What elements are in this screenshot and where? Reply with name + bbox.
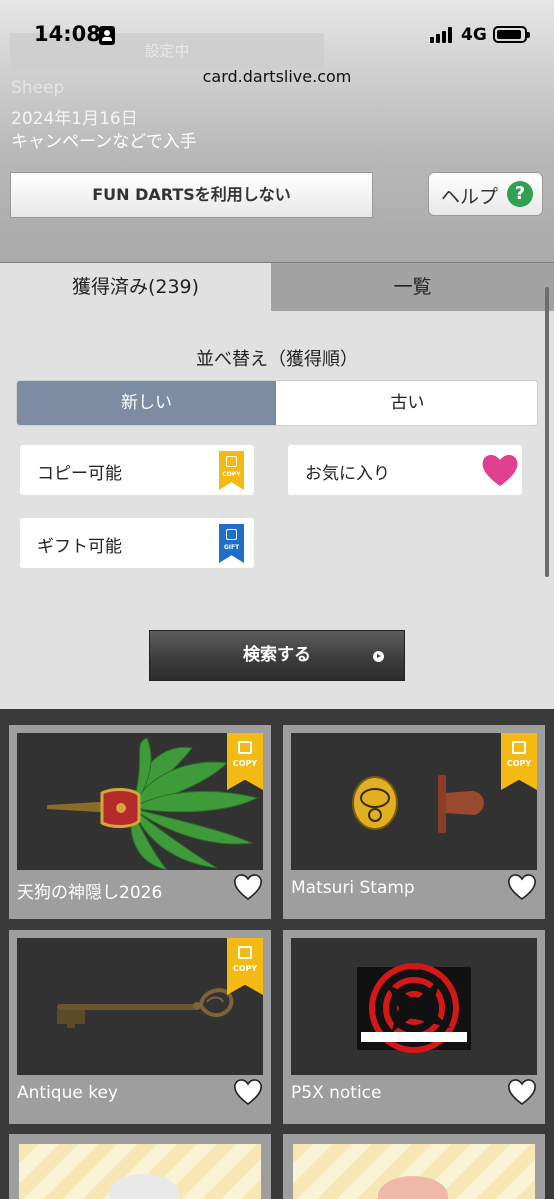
- sort-newest-button[interactable]: 新しい: [17, 381, 276, 425]
- cellular-signal-icon: [430, 27, 456, 43]
- card-name: Antique key: [17, 1083, 118, 1103]
- fun-darts-disable-button[interactable]: FUN DARTSを利用しない: [10, 172, 373, 218]
- help-label: ヘルプ: [441, 186, 499, 208]
- filter-favorite[interactable]: お気に入り: [288, 445, 522, 495]
- filter-copyable-label: コピー可能: [37, 464, 122, 484]
- card-item[interactable]: [283, 1134, 545, 1199]
- copy-badge-icon: COPY: [501, 733, 537, 790]
- card-name: Matsuri Stamp: [291, 878, 415, 898]
- favorite-heart-icon[interactable]: [507, 1078, 537, 1106]
- browser-url[interactable]: card.dartslive.com: [0, 67, 554, 86]
- gift-badge-icon: GIFT: [219, 524, 244, 563]
- card-image: [293, 1144, 535, 1199]
- question-icon: ?: [507, 181, 533, 207]
- search-button[interactable]: 検索する: [149, 630, 405, 681]
- header-area: 設定中 Sheep 2024年1月16日 キャンペーンなどで入手 14:08 4…: [0, 0, 554, 262]
- card-image-p5x-notice: [291, 938, 537, 1075]
- card-image-tengu-fan: COPY: [17, 733, 263, 870]
- card-image-matsuri-stamp: COPY: [291, 733, 537, 870]
- scrollbar[interactable]: [545, 287, 549, 577]
- card-image-antique-key: COPY: [17, 938, 263, 1075]
- status-bar: 14:08 4G: [0, 0, 554, 70]
- favorite-heart-icon[interactable]: [233, 873, 263, 901]
- heart-icon: [482, 454, 518, 486]
- favorite-heart-icon[interactable]: [507, 873, 537, 901]
- contact-card-icon: [99, 26, 115, 45]
- card-item[interactable]: P5X notice: [283, 930, 545, 1124]
- battery-icon: [493, 26, 530, 43]
- tab-list[interactable]: 一覧: [271, 263, 554, 311]
- help-button[interactable]: ヘルプ ?: [428, 172, 543, 216]
- filter-favorite-label: お気に入り: [305, 464, 390, 484]
- clock: 14:08: [34, 22, 101, 46]
- arrow-right-icon: [373, 651, 384, 662]
- card-grid: COPY 天狗の神隠し2026 COPY Matsuri Stamp COPY …: [0, 709, 554, 1199]
- card-image: [19, 1144, 261, 1199]
- filter-copyable[interactable]: コピー可能 COPY: [20, 445, 254, 495]
- copy-badge-icon: COPY: [227, 733, 263, 790]
- filter-giftable[interactable]: ギフト可能 GIFT: [20, 518, 254, 568]
- card-item[interactable]: [9, 1134, 271, 1199]
- card-item[interactable]: COPY Antique key: [9, 930, 271, 1124]
- copy-badge-icon: COPY: [219, 451, 244, 490]
- network-type: 4G: [461, 25, 487, 45]
- sort-toggle: 新しい 古い: [16, 380, 538, 426]
- acquired-date: 2024年1月16日: [11, 109, 138, 129]
- filter-panel: 獲得済み(239) 一覧 並べ替え（獲得順） 新しい 古い コピー可能 COPY…: [0, 262, 554, 709]
- filter-giftable-label: ギフト可能: [37, 537, 122, 557]
- sort-title: 並べ替え（獲得順）: [196, 349, 358, 370]
- card-item[interactable]: COPY 天狗の神隠し2026: [9, 725, 271, 919]
- sort-oldest-button[interactable]: 古い: [276, 381, 537, 425]
- card-name: P5X notice: [291, 1083, 382, 1103]
- tab-acquired[interactable]: 獲得済み(239): [0, 263, 271, 311]
- card-name: 天狗の神隠し2026: [17, 883, 163, 903]
- acquired-source: キャンペーンなどで入手: [11, 132, 197, 152]
- copy-badge-icon: COPY: [227, 938, 263, 995]
- card-item[interactable]: COPY Matsuri Stamp: [283, 725, 545, 919]
- favorite-heart-icon[interactable]: [233, 1078, 263, 1106]
- search-button-label: 検索する: [243, 645, 311, 665]
